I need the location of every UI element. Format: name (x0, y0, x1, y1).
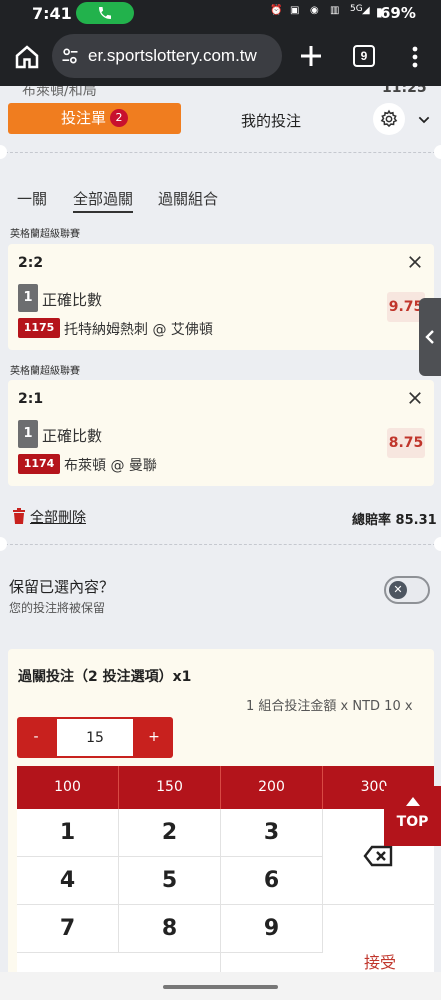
betslip-panel: 布萊頓/和局 11:25 投注單 2 我的投注 一關 全部過關 過關組合 英格蘭超… (0, 86, 441, 1000)
tab-single[interactable]: 一關 (17, 188, 47, 209)
stake-stepper: - + (17, 717, 173, 758)
stake-info: 1 組合投注金額 x NTD 10 x (246, 699, 413, 714)
alarm-icon: ⏰ (270, 5, 283, 16)
league-label: 英格蘭超級聯賽 (10, 366, 80, 377)
key-1[interactable]: 1 (17, 809, 119, 857)
ticket-notch (0, 537, 7, 551)
odds-value: 8.75 (387, 428, 425, 458)
bet-card: 2:1 1 正確比數 1174 布萊頓 @ 曼聯 8.75 (8, 380, 434, 486)
delete-all-button[interactable]: 全部刪除 (12, 507, 86, 527)
bet-card: 2:2 1 正確比數 1175 托特納姆熱刺 @ 艾佛頓 9.75 (8, 244, 434, 350)
backspace-icon (363, 845, 393, 867)
stake-input[interactable] (57, 719, 133, 756)
toggle-off-icon: ✕ (389, 581, 407, 599)
decrease-button[interactable]: - (17, 717, 55, 758)
background-match-time: 11:25 (382, 86, 427, 96)
league-label: 英格蘭超級聯賽 (10, 229, 80, 240)
caret-up-icon (406, 797, 420, 806)
quick-amount-button[interactable]: 150 (119, 766, 221, 809)
url-bar[interactable]: er.sportslottery.com.tw (52, 34, 282, 78)
selection-score: 2:2 (18, 255, 44, 271)
increase-button[interactable]: + (135, 717, 173, 758)
trash-icon (13, 508, 25, 524)
tab-switcher-button[interactable]: 9 (353, 45, 375, 67)
plus-icon (301, 46, 321, 66)
top-label: TOP (396, 814, 429, 830)
betslip-tab[interactable]: 投注單 2 (8, 103, 181, 134)
battery-percent: 69% (380, 4, 416, 22)
betslip-count-badge: 2 (110, 109, 128, 127)
home-button[interactable] (12, 42, 42, 72)
quick-amount-button[interactable]: 200 (221, 766, 323, 809)
parlay-title: 過關投注（2 投注選項）x1 (18, 669, 192, 685)
signal-icon: ◢ (362, 5, 370, 16)
key-4[interactable]: 4 (17, 857, 119, 905)
ticket-notch (434, 537, 441, 551)
url-text: er.sportslottery.com.tw (88, 46, 257, 65)
match-name: 托特納姆熱刺 @ 艾佛頓 (64, 322, 213, 338)
betslip-label: 投注單 (60, 109, 106, 127)
chevron-down-icon[interactable] (416, 112, 432, 128)
ticket-notch (434, 145, 441, 159)
side-drawer-handle[interactable] (419, 298, 441, 376)
ongoing-call-pill[interactable] (76, 2, 134, 24)
home-icon (15, 45, 39, 69)
keep-selections-subtitle: 您的投注將被保留 (9, 601, 106, 615)
ticket-notch (0, 145, 7, 159)
keep-selections-title: 保留已選內容？ (9, 578, 115, 596)
tab-parlay-combo[interactable]: 過關組合 (158, 188, 218, 209)
close-icon[interactable] (406, 389, 424, 407)
back-to-top-button[interactable]: TOP (384, 786, 441, 846)
divider (0, 544, 441, 545)
key-9[interactable]: 9 (221, 905, 323, 953)
nfc-icon: ▣ (290, 5, 300, 16)
more-vert-icon (412, 46, 418, 68)
gear-icon (380, 109, 398, 128)
divider (0, 152, 441, 153)
key-6[interactable]: 6 (221, 857, 323, 905)
background-match-text: 布萊頓/和局 (22, 86, 97, 99)
match-code-badge: 1175 (18, 318, 60, 338)
key-5[interactable]: 5 (119, 857, 221, 905)
key-7[interactable]: 7 (17, 905, 119, 953)
status-time: 7:41 (32, 4, 72, 23)
tab-all-parlay[interactable]: 全部過關 (73, 188, 134, 213)
match-name: 布萊頓 @ 曼聯 (64, 458, 157, 474)
chevron-left-icon (425, 330, 434, 344)
parlay-stake-card: 過關投注（2 投注選項）x1 1 組合投注金額 x NTD 10 x - + 1… (8, 649, 434, 1000)
quick-amount-button[interactable]: 100 (17, 766, 119, 809)
site-settings-icon[interactable] (60, 46, 80, 66)
market-name: 正確比數 (42, 291, 103, 309)
leg-number-badge: 1 (18, 420, 38, 448)
keep-selections-toggle[interactable]: ✕ (384, 576, 430, 604)
market-name: 正確比數 (42, 427, 103, 445)
close-icon[interactable] (406, 253, 424, 271)
key-2[interactable]: 2 (119, 809, 221, 857)
key-3[interactable]: 3 (221, 809, 323, 857)
network-type: 5G (350, 4, 363, 14)
home-gesture-handle[interactable] (163, 985, 278, 989)
phone-icon (99, 7, 111, 19)
settings-button[interactable] (373, 103, 405, 135)
key-8[interactable]: 8 (119, 905, 221, 953)
total-odds-label: 總賠率 (352, 513, 392, 528)
total-odds-value: 85.31 (395, 513, 437, 528)
match-code-badge: 1174 (18, 454, 60, 474)
my-bets-tab[interactable]: 我的投注 (241, 110, 301, 131)
quick-amounts: 100 150 200 300 (17, 766, 434, 809)
browser-menu-button[interactable] (404, 42, 426, 72)
total-odds: 總賠率 85.31 (352, 509, 437, 528)
new-tab-button[interactable] (296, 41, 326, 71)
status-bar: 7:41 ⏰ ▣ ◉ ▥ 5G ◢ ▮ 69% (0, 0, 441, 28)
vibrate-icon: ▥ (330, 5, 340, 16)
leg-number-badge: 1 (18, 284, 38, 312)
wifi-calling-icon: ◉ (310, 5, 319, 16)
browser-toolbar: er.sportslottery.com.tw 9 (0, 28, 441, 86)
system-nav-bar (0, 972, 441, 1000)
selection-score: 2:1 (18, 391, 44, 407)
delete-all-label: 全部刪除 (30, 510, 86, 526)
